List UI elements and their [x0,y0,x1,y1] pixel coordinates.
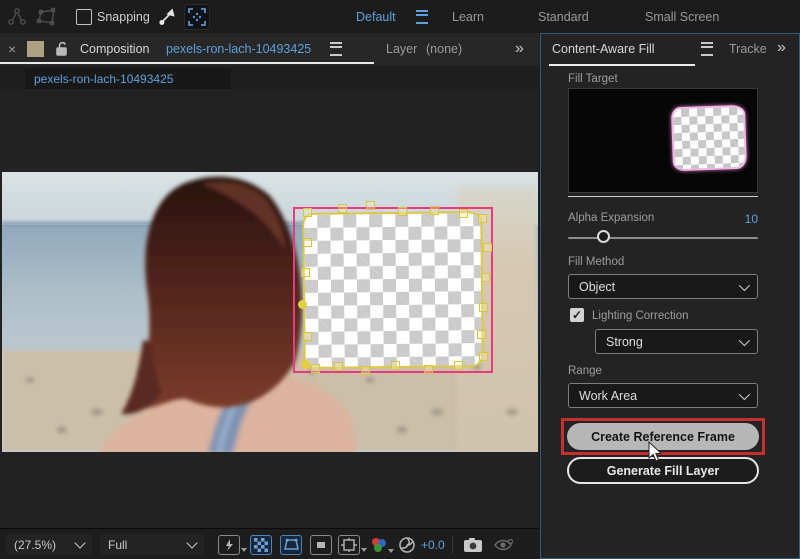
mask-bounding-box[interactable] [293,207,493,373]
mask-handle[interactable] [477,330,486,339]
mask-handle[interactable] [398,207,407,216]
viewer-selector-value: pexels-ron-lach-10493425 [34,71,174,86]
tab-tracker[interactable]: Tracke [729,42,769,56]
lighting-correction-value: Strong [606,334,643,349]
mask-handle[interactable] [303,332,312,341]
mask-handle[interactable] [479,352,488,361]
layer-panel-label[interactable]: Layer [386,33,417,64]
range-dropdown[interactable]: Work Area [568,383,758,408]
workspace-menu-icon[interactable] [416,0,428,33]
corner-pin-tool-icon[interactable] [36,0,58,33]
mask-handle[interactable] [311,364,320,373]
mask-handle[interactable] [301,268,310,277]
mask-handle[interactable] [454,361,463,370]
transparency-grid-icon[interactable] [250,529,272,559]
mask-handle[interactable] [481,273,490,282]
fill-target-label: Fill Target [568,73,618,85]
alpha-expansion-value[interactable]: 10 [568,212,758,226]
workspace-tab-small-screen[interactable]: Small Screen [645,0,719,33]
exposure-icon[interactable] [398,529,416,559]
resolution-dropdown[interactable]: Full [100,529,204,559]
lighting-correction-dropdown[interactable]: Strong [595,329,758,354]
workspace-tab-learn[interactable]: Learn [452,0,484,33]
snapping-checkbox-box[interactable] [76,8,92,25]
channels-icon[interactable] [370,529,394,559]
composition-name[interactable]: pexels-ron-lach-10493425 [166,33,311,64]
mask-handle[interactable] [366,201,375,210]
mask-handle[interactable] [303,208,312,217]
chevron-down-icon [74,537,86,549]
mask-handle[interactable] [430,206,439,215]
panel-overflow-icon[interactable]: » [515,33,524,64]
exposure-value[interactable]: +0.0 [421,529,445,559]
fill-target-preview [568,88,758,193]
viewer-bottom-toolbar: (27.5%) Full +0.0 [0,528,539,559]
lighting-correction-checkbox[interactable] [570,308,584,322]
workspace-tab-standard[interactable]: Standard [538,0,589,33]
fill-method-label: Fill Method [568,256,625,268]
grid-guides-options-icon[interactable] [338,529,367,559]
label-color-swatch[interactable] [27,33,44,64]
active-tab-underline [0,62,374,64]
workspace-tab-default[interactable]: Default [356,0,396,33]
viewer-selector-dropdown[interactable]: pexels-ron-lach-10493425 [25,68,231,89]
alpha-expansion-slider-knob[interactable] [597,230,610,243]
unlock-icon[interactable] [54,33,69,64]
zoom-level-dropdown[interactable]: (27.5%) [6,529,92,559]
active-tab-underline [549,64,695,66]
show-snapshot-icon[interactable] [494,529,514,559]
preview-baseline [568,196,758,197]
top-toolbar: Snapping Default Learn Standard Small Sc… [0,0,800,34]
layer-panel-value: (none) [426,41,463,56]
snapping-label: Snapping [97,9,150,24]
lighting-correction-label: Lighting Correction [592,310,689,322]
range-label: Range [568,365,602,377]
mask-handle-round[interactable] [301,360,310,369]
resolution-value: Full [108,537,128,552]
mask-handle[interactable] [424,365,433,374]
take-snapshot-icon[interactable] [463,529,483,559]
arrow-tool-icon[interactable] [157,0,177,33]
mask-handle[interactable] [459,209,468,218]
mask-visibility-icon[interactable] [280,529,302,559]
after-effects-window: Snapping Default Learn Standard Small Sc… [0,0,800,559]
mask-handle[interactable] [338,204,347,213]
composition-panel-label[interactable]: Composition [80,33,149,64]
fast-previews-icon[interactable] [218,529,247,559]
chevron-down-icon [738,388,751,400]
region-of-interest-icon[interactable] [310,529,332,559]
mask-handle-round[interactable] [298,300,307,309]
tab-content-aware-fill[interactable]: Content-Aware Fill [552,42,655,56]
content-aware-fill-panel: Content-Aware Fill Tracke » Fill Target … [540,33,800,559]
range-value: Work Area [579,388,638,403]
mask-handle[interactable] [334,362,343,371]
panel-overflow-icon[interactable]: » [777,39,786,57]
close-icon[interactable]: × [8,33,16,64]
motion-path-tool-icon[interactable] [6,0,28,33]
mouse-cursor [648,441,663,462]
mask-handle[interactable] [478,214,487,223]
fill-target-mask-thumbnail [670,104,748,172]
composition-panel-menu-icon[interactable] [330,33,342,64]
fill-method-dropdown[interactable]: Object [568,274,758,299]
caf-panel-menu-icon[interactable] [701,42,713,59]
chevron-down-icon [738,279,751,291]
zoom-level-value: (27.5%) [14,537,57,552]
chevron-down-icon [186,537,198,549]
mask-handle[interactable] [483,243,492,252]
fill-method-value: Object [579,279,616,294]
snapping-checkbox[interactable] [76,0,92,33]
chevron-down-icon [738,334,751,346]
toolbar-separator [452,529,453,559]
mask-handle[interactable] [303,238,312,247]
mask-handle[interactable] [391,361,400,370]
mask-handle[interactable] [479,303,488,312]
selection-brackets-icon[interactable] [184,4,210,30]
mask-handle[interactable] [361,366,370,375]
